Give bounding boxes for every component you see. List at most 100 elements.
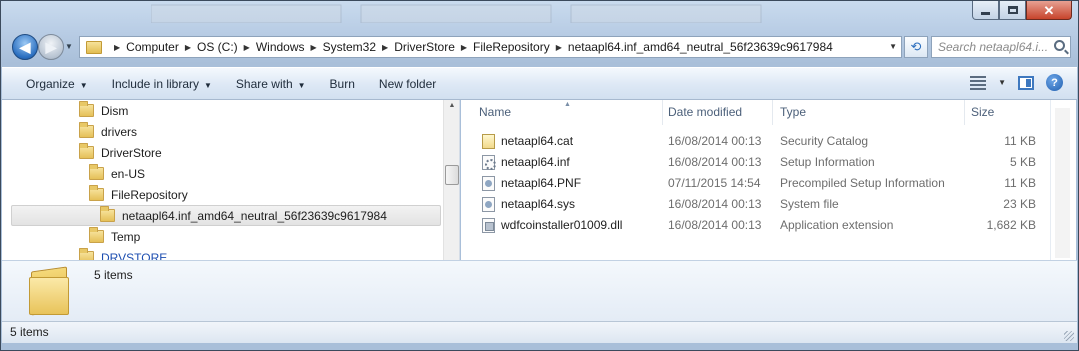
- chevron-down-icon: ▼: [79, 80, 88, 90]
- arrow-right-icon: ▶: [45, 38, 57, 55]
- breadcrumb-system32[interactable]: System32: [323, 40, 376, 54]
- include-in-library-label: Include in library: [111, 76, 199, 91]
- share-with-label: Share with: [235, 76, 293, 91]
- chevron-right-icon[interactable]: ▶: [185, 43, 191, 52]
- address-bar[interactable]: ▶ Computer ▶ OS (C:) ▶ Windows ▶ System3…: [79, 36, 902, 58]
- status-item-count: 5 items: [10, 325, 49, 339]
- file-row[interactable]: netaapl64.cat 16/08/2014 00:13 Security …: [461, 131, 1050, 152]
- breadcrumb-computer[interactable]: Computer: [126, 40, 179, 54]
- column-header-name[interactable]: Name: [472, 100, 663, 125]
- back-button[interactable]: ◀: [12, 34, 38, 60]
- breadcrumb-driverstore[interactable]: DriverStore: [394, 40, 455, 54]
- folder-icon: [89, 164, 104, 180]
- forward-button[interactable]: ▶: [38, 34, 64, 60]
- file-type: Application extension: [780, 218, 894, 232]
- help-icon[interactable]: ?: [1046, 74, 1063, 91]
- command-bar: Organize ▼ Include in library ▼ Share with…: [2, 67, 1077, 100]
- preview-pane-icon[interactable]: [1018, 75, 1034, 90]
- chevron-right-icon[interactable]: ▶: [114, 43, 120, 52]
- tree-item-label: DriverStore: [101, 145, 162, 160]
- organize-menu[interactable]: Organize ▼: [2, 77, 100, 91]
- breadcrumb-current-folder[interactable]: netaapl64.inf_amd64_neutral_56f23639c961…: [568, 40, 833, 54]
- view-menu-dropdown[interactable]: ▼: [998, 78, 1006, 87]
- file-row[interactable]: wdfcoinstaller01009.dll 16/08/2014 00:13…: [461, 215, 1050, 236]
- file-date: 16/08/2014 00:13: [668, 155, 762, 169]
- navigation-scrollbar[interactable]: ▲: [443, 100, 459, 260]
- view-controls: ▼ ?: [970, 74, 1063, 91]
- application-extension-icon: [482, 218, 495, 233]
- file-name: netaapl64.inf: [501, 155, 570, 169]
- breadcrumb-filerepository[interactable]: FileRepository: [473, 40, 550, 54]
- file-size: 11 KB: [1004, 176, 1036, 190]
- file-name: netaapl64.cat: [501, 134, 574, 148]
- tree-item-filerepository[interactable]: FileRepository: [89, 184, 188, 205]
- tree-item-drivers[interactable]: drivers: [79, 121, 137, 142]
- breadcrumb-windows[interactable]: Windows: [256, 40, 305, 54]
- search-icon[interactable]: [1054, 40, 1065, 51]
- tree-item-label: netaapl64.inf_amd64_neutral_56f23639c961…: [122, 208, 387, 223]
- search-placeholder: Search netaapl64.i...: [938, 40, 1049, 54]
- file-type: Setup Information: [780, 155, 875, 169]
- column-header-type[interactable]: Type: [773, 100, 965, 125]
- scrollbar-track[interactable]: [1055, 108, 1070, 258]
- breadcrumb-os-c[interactable]: OS (C:): [197, 40, 238, 54]
- organize-label: Organize: [26, 76, 75, 91]
- folder-icon: [89, 227, 104, 243]
- file-date: 07/11/2015 14:54: [668, 176, 761, 190]
- maximize-button[interactable]: [999, 1, 1026, 20]
- column-header-size[interactable]: Size: [964, 100, 1050, 125]
- file-size: 11 KB: [1004, 134, 1036, 148]
- file-name: wdfcoinstaller01009.dll: [501, 218, 623, 232]
- file-size: 1,682 KB: [986, 218, 1036, 232]
- refresh-button[interactable]: ⟲: [904, 36, 928, 58]
- file-name-cell: netaapl64.PNF: [482, 173, 581, 194]
- status-bar: 5 items: [2, 321, 1077, 343]
- share-with-menu[interactable]: Share with ▼: [224, 77, 318, 91]
- chevron-right-icon[interactable]: ▶: [382, 43, 388, 52]
- arrow-left-icon: ◀: [19, 38, 31, 55]
- file-row[interactable]: netaapl64.PNF 07/11/2015 14:54 Precompil…: [461, 173, 1050, 194]
- tree-item-driverstore[interactable]: DriverStore: [79, 142, 162, 163]
- minimize-button[interactable]: [972, 1, 999, 20]
- file-list-scrollbar[interactable]: [1050, 100, 1076, 260]
- file-row[interactable]: netaapl64.sys 16/08/2014 00:13 System fi…: [461, 194, 1050, 215]
- tree-item-dism[interactable]: Dism: [79, 100, 128, 121]
- chevron-right-icon[interactable]: ▶: [311, 43, 317, 52]
- file-name-cell: netaapl64.sys: [482, 194, 575, 215]
- recent-pages-dropdown[interactable]: ▼: [65, 42, 73, 51]
- address-history-dropdown[interactable]: ▼: [889, 42, 897, 51]
- burn-button[interactable]: Burn: [318, 77, 367, 91]
- scrollbar-thumb[interactable]: [445, 165, 459, 185]
- resize-grip-icon[interactable]: [1064, 331, 1074, 341]
- column-header-date-modified[interactable]: Date modified: [661, 100, 773, 125]
- close-button[interactable]: ✕: [1026, 1, 1072, 20]
- chevron-right-icon[interactable]: ▶: [556, 43, 562, 52]
- include-in-library-menu[interactable]: Include in library ▼: [100, 77, 224, 91]
- file-date: 16/08/2014 00:13: [668, 218, 762, 232]
- file-row[interactable]: netaapl64.inf 16/08/2014 00:13 Setup Inf…: [461, 152, 1050, 173]
- folder-icon: [79, 248, 94, 260]
- tree-item-label: en-US: [111, 166, 146, 181]
- file-date: 16/08/2014 00:13: [668, 134, 762, 148]
- minimize-icon: [981, 11, 990, 15]
- search-input[interactable]: Search netaapl64.i...: [931, 36, 1071, 58]
- chevron-right-icon[interactable]: ▶: [461, 43, 467, 52]
- system-file-icon: [482, 197, 495, 212]
- tree-item-current-folder[interactable]: netaapl64.inf_amd64_neutral_56f23639c961…: [11, 205, 441, 226]
- tree-item-label: Temp: [111, 229, 141, 244]
- new-folder-button[interactable]: New folder: [367, 77, 448, 91]
- tree-item-drvstore[interactable]: DRVSTORE: [79, 247, 167, 260]
- scroll-up-arrow-icon[interactable]: ▲: [445, 102, 459, 115]
- folder-icon: [29, 266, 71, 316]
- navigation-bar: ◀ ▶ ▼ ▶ Computer ▶ OS (C:) ▶ Windows ▶ S…: [9, 34, 1071, 60]
- tree-item-en-us[interactable]: en-US: [89, 163, 145, 184]
- file-type: Precompiled Setup Information: [780, 176, 945, 190]
- navigation-pane: Dism drivers DriverStore en-US FileRepos…: [2, 100, 460, 260]
- tree-item-temp[interactable]: Temp: [89, 226, 140, 247]
- view-options-icon[interactable]: [970, 75, 987, 90]
- chevron-right-icon[interactable]: ▶: [244, 43, 250, 52]
- close-icon: ✕: [1043, 2, 1055, 18]
- column-headers: ▲ Name Date modified Type Size: [461, 100, 1050, 125]
- explorer-window: ✕ ◀ ▶ ▼ ▶ Computer ▶ OS (C:) ▶ Windows ▶…: [0, 0, 1079, 351]
- background-window-tabs: [151, 4, 762, 23]
